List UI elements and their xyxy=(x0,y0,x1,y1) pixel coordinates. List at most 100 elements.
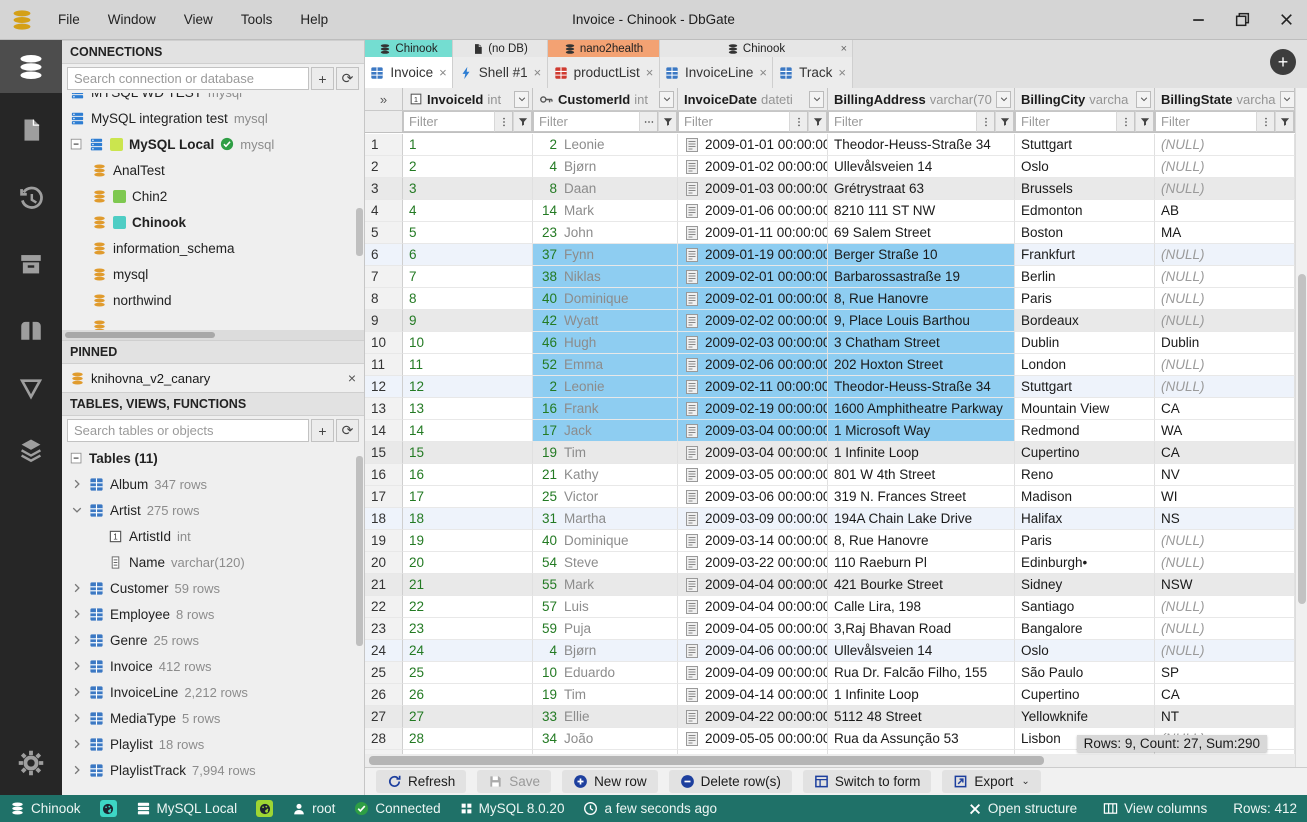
cell-billingcity[interactable]: Edmonton xyxy=(1015,200,1155,222)
cell-invoicedate[interactable]: 2009-04-06 00:00:00 xyxy=(678,640,828,662)
refresh-button[interactable]: Refresh xyxy=(376,770,467,793)
cell-invoiceid[interactable]: 23 xyxy=(403,618,533,640)
row-detail-icon[interactable] xyxy=(684,379,700,395)
cell-invoiceid[interactable]: 10 xyxy=(403,332,533,354)
cell-billingaddress[interactable]: 202 Hoxton Street xyxy=(828,354,1015,376)
row-number[interactable]: 24 xyxy=(365,640,403,662)
cell-billingstate[interactable]: (NULL) xyxy=(1155,134,1295,156)
row-number[interactable]: 9 xyxy=(365,310,403,332)
filter-input-invoiceid[interactable] xyxy=(403,111,494,132)
row-detail-icon[interactable] xyxy=(684,621,700,637)
row-number[interactable]: 15 xyxy=(365,442,403,464)
cell-billingaddress[interactable]: 9, Place Louis Barthou xyxy=(828,310,1015,332)
row-detail-icon[interactable] xyxy=(684,313,700,329)
filter-input-billingaddress[interactable] xyxy=(828,111,976,132)
theme-palette-teal-icon[interactable] xyxy=(99,800,117,817)
cell-invoicedate[interactable]: 2009-03-04 00:00:00 xyxy=(678,420,828,442)
status-connected[interactable]: Connected xyxy=(354,801,441,816)
column-header-customerid[interactable]: CustomerId int xyxy=(533,88,678,110)
add-table-button[interactable]: + xyxy=(311,419,334,442)
tab-invoiceline[interactable]: InvoiceLine × xyxy=(660,57,773,88)
row-detail-icon[interactable] xyxy=(684,203,700,219)
cell-billingstate[interactable]: AB xyxy=(1155,200,1295,222)
connection-mysql[interactable]: mysql xyxy=(62,261,364,287)
cell-customerid[interactable]: 25 Victor xyxy=(533,486,678,508)
cell-invoicedate[interactable]: 2009-04-04 00:00:00 xyxy=(678,596,828,618)
connection-information-schema[interactable]: information_schema xyxy=(62,235,364,261)
connection-mysql-local[interactable]: MySQL Local mysql xyxy=(62,131,364,157)
cell-billingstate[interactable]: CA xyxy=(1155,398,1295,420)
cell-customerid[interactable]: 2 Leonie xyxy=(533,134,678,156)
cell-invoicedate[interactable]: 2009-01-01 00:00:00 xyxy=(678,134,828,156)
connections-search-input[interactable] xyxy=(67,67,309,90)
close-tab-icon[interactable]: × xyxy=(646,65,654,80)
funnel-icon[interactable] xyxy=(513,111,532,132)
connection-chin2[interactable]: Chin2 xyxy=(62,183,364,209)
cell-billingstate[interactable]: (NULL) xyxy=(1155,640,1295,662)
cell-billingstate[interactable]: (NULL) xyxy=(1155,552,1295,574)
column-menu-icon[interactable] xyxy=(809,90,824,108)
cell-invoiceid[interactable]: 17 xyxy=(403,486,533,508)
row-detail-icon[interactable] xyxy=(684,225,700,241)
cell-billingaddress[interactable]: 110 Raeburn Pl xyxy=(828,552,1015,574)
cell-invoiceid[interactable]: 26 xyxy=(403,684,533,706)
cell-customerid[interactable]: 38 Niklas xyxy=(533,266,678,288)
table-artist[interactable]: Artist 275 rows xyxy=(62,497,364,523)
row-number[interactable]: 6 xyxy=(365,244,403,266)
close-tab-icon[interactable]: × xyxy=(439,65,447,80)
cell-billingcity[interactable]: Dublin xyxy=(1015,332,1155,354)
cell-billingcity[interactable]: London xyxy=(1015,354,1155,376)
cell-billingaddress[interactable]: 1600 Amphitheatre Parkway xyxy=(828,398,1015,420)
cell-invoiceid[interactable]: 14 xyxy=(403,420,533,442)
cell-billingaddress[interactable]: 3,Raj Bhavan Road xyxy=(828,618,1015,640)
row-detail-icon[interactable] xyxy=(684,137,700,153)
row-number[interactable]: 22 xyxy=(365,596,403,618)
cell-invoicedate[interactable]: 2009-01-03 00:00:00 xyxy=(678,178,828,200)
row-number[interactable]: 20 xyxy=(365,552,403,574)
cell-billingaddress[interactable]: 194A Chain Lake Drive xyxy=(828,508,1015,530)
cell-billingstate[interactable]: (NULL) xyxy=(1155,530,1295,552)
cell-invoiceid[interactable]: 15 xyxy=(403,442,533,464)
cell-invoiceid[interactable]: 5 xyxy=(403,222,533,244)
cell-billingcity[interactable]: Sidney xyxy=(1015,574,1155,596)
filter-menu-icon[interactable] xyxy=(639,111,658,132)
row-detail-icon[interactable] xyxy=(684,335,700,351)
rail-history-icon[interactable] xyxy=(0,183,62,213)
row-number[interactable]: 4 xyxy=(365,200,403,222)
table-tables-11-[interactable]: Tables (11) xyxy=(62,445,364,471)
column-header-billingaddress[interactable]: BillingAddress varchar(70 xyxy=(828,88,1015,110)
row-detail-icon[interactable] xyxy=(684,159,700,175)
menu-window[interactable]: Window xyxy=(108,12,156,27)
cell-invoiceid[interactable]: 13 xyxy=(403,398,533,420)
rail-triangle-icon[interactable] xyxy=(0,373,62,403)
cell-invoicedate[interactable]: 2009-02-06 00:00:00 xyxy=(678,354,828,376)
restore-icon[interactable] xyxy=(1233,11,1251,29)
cell-customerid[interactable]: 10 Eduardo xyxy=(533,662,678,684)
tab-shell-1[interactable]: Shell #1 × xyxy=(453,57,548,88)
cell-billingcity[interactable]: Santiago xyxy=(1015,596,1155,618)
new-tab-button[interactable]: + xyxy=(1270,49,1296,75)
rail-gear-icon[interactable] xyxy=(0,747,62,779)
cell-invoiceid[interactable]: 12 xyxy=(403,376,533,398)
cell-billingaddress[interactable]: 319 N. Frances Street xyxy=(828,486,1015,508)
cell-billingaddress[interactable]: Theodor-Heuss-Straße 34 xyxy=(828,134,1015,156)
menu-tools[interactable]: Tools xyxy=(241,12,273,27)
cell-invoicedate[interactable]: 2009-04-05 00:00:00 xyxy=(678,618,828,640)
cell-customerid[interactable]: 4 Bjørn xyxy=(533,640,678,662)
cell-billingcity[interactable]: Mountain View xyxy=(1015,398,1155,420)
cell-customerid[interactable]: 40 Dominique xyxy=(533,530,678,552)
cell-billingcity[interactable]: Brussels xyxy=(1015,178,1155,200)
rail-archive-icon[interactable] xyxy=(0,249,62,279)
funnel-icon[interactable] xyxy=(658,111,677,132)
tab-group-header[interactable]: Chinook × xyxy=(660,40,853,57)
tab-invoice[interactable]: Invoice × xyxy=(365,57,453,88)
column-header-invoiceid[interactable]: 1 InvoiceId int xyxy=(403,88,533,110)
row-number[interactable]: 17 xyxy=(365,486,403,508)
cell-billingcity[interactable]: Stuttgart xyxy=(1015,376,1155,398)
cell-invoiceid[interactable]: 16 xyxy=(403,464,533,486)
cell-invoiceid[interactable]: 21 xyxy=(403,574,533,596)
cell-customerid[interactable]: 40 Dominique xyxy=(533,288,678,310)
cell-billingaddress[interactable]: Berger Straße 10 xyxy=(828,244,1015,266)
grid-corner-button[interactable]: » xyxy=(365,88,403,110)
cell-billingstate[interactable]: NSW xyxy=(1155,574,1295,596)
